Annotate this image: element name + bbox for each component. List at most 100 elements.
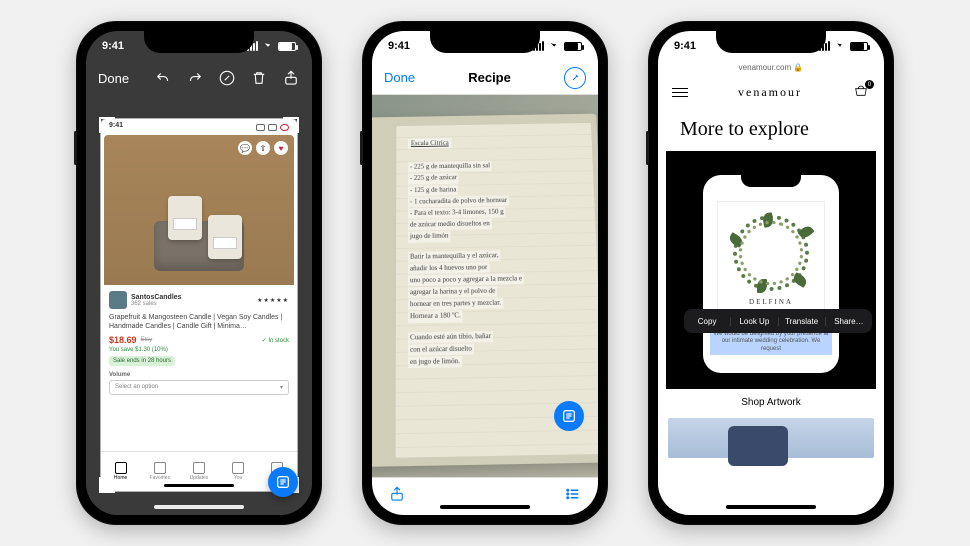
context-menu: Copy Look Up Translate Share… [684, 309, 872, 333]
discount-tag: Etsy [141, 337, 153, 343]
battery-icon [564, 42, 582, 51]
hero-chat-icon[interactable]: 💬 [238, 141, 252, 155]
phone-mockup-1: 9:41 Done 9 [76, 21, 322, 525]
recipe-line: - 225 g de azúcar [408, 173, 459, 184]
chevron-down-icon: ▾ [280, 384, 283, 391]
status-icons [247, 41, 296, 51]
recipe-line: agregar la harina y el polvo de [408, 286, 497, 299]
recipe-line: - 1 cucharadita de polvo de hornear [408, 195, 509, 207]
done-button[interactable]: Done [384, 70, 415, 85]
status-time: 9:41 [388, 40, 410, 52]
url-bar[interactable]: venamour.com 🔒 [658, 61, 884, 74]
recipe-line: uno poco a poco y agregar a la mezcla e [408, 273, 524, 286]
home-indicator[interactable] [440, 505, 530, 509]
recipe-line: hornear en tres partes y mezclar. [408, 298, 503, 311]
status-icons [533, 41, 582, 51]
context-copy[interactable]: Copy [684, 317, 731, 326]
notch [430, 31, 540, 53]
home-indicator[interactable] [154, 505, 244, 509]
recipe-line: añadir los 4 huevos uno por [408, 262, 489, 274]
recipe-line: en jugo de limón. [408, 356, 462, 368]
share-icon[interactable] [282, 69, 300, 87]
live-text-button[interactable] [554, 401, 584, 431]
recipe-line: Hornear a 180 ºC. [408, 311, 463, 323]
inner-share-icon [268, 124, 277, 131]
context-translate[interactable]: Translate [779, 317, 826, 326]
section-heading: More to explore [658, 110, 884, 151]
savings-text: You save $1.30 (10%) [109, 347, 289, 353]
live-text-button[interactable] [268, 467, 298, 497]
brand-logo[interactable]: venamour [738, 85, 802, 100]
crop-handle-tl[interactable] [99, 117, 115, 133]
hamburger-icon[interactable] [672, 88, 688, 97]
context-lookup[interactable]: Look Up [731, 317, 778, 326]
wifi-icon [834, 42, 846, 51]
inner-status-bar: 9:41 [101, 119, 297, 135]
screenshot-editor-body: 9:41 💬 ⇧ ♥ SantosCandles 362 sales [86, 95, 312, 515]
stock-status: ✓ In stock [262, 337, 289, 344]
redo-icon[interactable] [186, 69, 204, 87]
context-share[interactable]: Share… [826, 317, 872, 326]
handwritten-text: Escala Cítrica - 225 g de mantequilla si… [396, 123, 598, 384]
trash-icon[interactable] [250, 69, 268, 87]
undo-icon[interactable] [154, 69, 172, 87]
recipe-line: Cuando esté aún tibio, bañar [408, 331, 493, 344]
seller-name[interactable]: SantosCandles [131, 294, 182, 301]
selected-text[interactable]: We would be delighted by your presence a… [710, 330, 832, 355]
cart-badge: 0 [865, 80, 874, 89]
screen-1: 9:41 Done 9 [86, 31, 312, 515]
markup-button[interactable] [564, 67, 586, 89]
seller-avatar[interactable] [109, 291, 127, 309]
recipe-line: jugo de limón [408, 231, 450, 243]
feature-block: DELFINA AND MATTEO 09.21.2021 Copy Look … [666, 151, 876, 389]
wifi-icon [548, 42, 560, 51]
markup-pen-icon[interactable] [218, 69, 236, 87]
seller-sales: 362 sales [131, 301, 182, 307]
page-body[interactable]: More to explore DELFINA AND MATTEO [658, 110, 884, 515]
cart-button[interactable]: 0 [852, 84, 870, 100]
nav-bar: Done Recipe [372, 61, 598, 95]
battery-icon [850, 42, 868, 51]
hero-heart-icon[interactable]: ♥ [274, 141, 288, 155]
screen-2: 9:41 Done Recipe Escala Cítrica - 225 g … [372, 31, 598, 515]
volume-label: Volume [109, 372, 289, 378]
hero-share-icon[interactable]: ⇧ [256, 141, 270, 155]
option-select[interactable]: Select an option▾ [109, 380, 289, 395]
list-button[interactable] [564, 485, 582, 508]
recipe-line: Batir la mantequilla y el azúcar, [408, 250, 501, 263]
recipe-line: - Para el texto: 3-4 limones, 150 g [408, 207, 506, 219]
product-info: SantosCandles 362 sales ★★★★★ Grapefruit… [101, 285, 297, 401]
heart-icon [154, 462, 166, 474]
home-icon [115, 462, 127, 474]
bell-icon [193, 462, 205, 474]
rating-stars[interactable]: ★★★★★ [257, 297, 289, 304]
product-title: Grapefruit & Mangosteen Candle | Vegan S… [109, 313, 289, 331]
user-icon [232, 462, 244, 474]
shop-artwork-link[interactable]: Shop Artwork [658, 389, 884, 412]
product-hero-image: 💬 ⇧ ♥ [104, 135, 294, 285]
done-button[interactable]: Done [98, 71, 129, 86]
inner-home-indicator [164, 484, 234, 487]
phone-mockup-3: 9:41 venamour.com 🔒 venamour 0 More to e… [648, 21, 894, 525]
inner-chat-icon [256, 124, 265, 131]
price: $18.69 [109, 335, 137, 345]
sale-badge: Sale ends in 28 hours [109, 356, 175, 366]
recipe-line: - 125 g de harina [408, 184, 458, 195]
photo-view[interactable]: Escala Cítrica - 225 g de mantequilla si… [372, 95, 598, 477]
home-indicator[interactable] [726, 505, 816, 509]
next-image-preview[interactable] [668, 418, 874, 458]
nav-title: Recipe [468, 70, 511, 85]
floral-wreath [733, 215, 809, 291]
recipe-line: de azúcar medio disueltos en [408, 219, 492, 231]
mini-notch [741, 175, 801, 187]
recipe-title: Escala Cítrica [408, 138, 452, 149]
crop-region[interactable]: 9:41 💬 ⇧ ♥ SantosCandles 362 sales [101, 119, 297, 491]
tab-home[interactable]: Home [101, 452, 140, 491]
share-button[interactable] [388, 485, 406, 508]
screen-3: 9:41 venamour.com 🔒 venamour 0 More to e… [658, 31, 884, 515]
crop-handle-tr[interactable] [283, 117, 299, 133]
recipe-line: - 225 g de mantequilla sin sal [408, 161, 492, 173]
battery-icon [278, 42, 296, 51]
bottom-toolbar [372, 477, 598, 515]
status-time: 9:41 [102, 40, 124, 52]
